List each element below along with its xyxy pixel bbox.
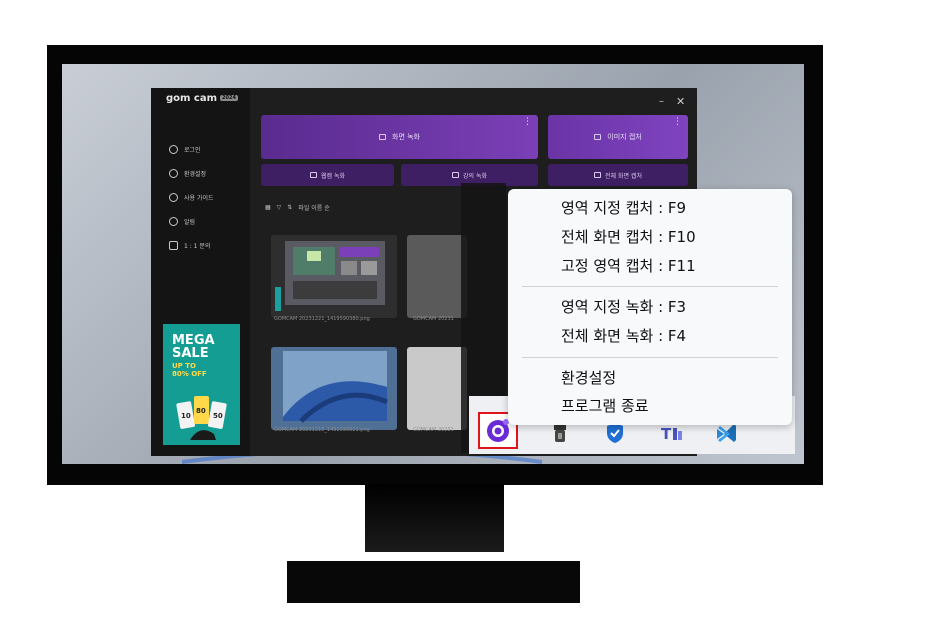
coupon-50: 50 xyxy=(213,412,223,420)
info-icon xyxy=(169,192,178,202)
logo-text: gom cam xyxy=(166,93,218,104)
sidebar-item-settings[interactable]: 환경설정 xyxy=(169,167,247,179)
menu-item-region-capture[interactable]: 영역 지정 캡처 : F9 xyxy=(561,197,686,219)
fullscreen-icon xyxy=(594,172,602,178)
file-thumbnail[interactable] xyxy=(407,347,467,430)
sidebar-item-label: 사용 가이드 xyxy=(184,194,214,202)
wallpaper-preview xyxy=(271,347,397,430)
gear-icon xyxy=(169,168,178,178)
coupon-10: 10 xyxy=(181,412,191,420)
file-toolbar: ▦ ▽ ⇅ 파일 이름 순 xyxy=(265,201,330,213)
image-capture-button[interactable]: 이미지 캡처 ⋮ xyxy=(548,115,688,159)
menu-separator xyxy=(522,286,778,287)
webcam-record-label: 웹캠 녹화 xyxy=(321,172,345,180)
menu-item-fullscreen-capture[interactable]: 전체 화면 캡처 : F10 xyxy=(561,226,696,248)
filter-icon[interactable]: ▽ xyxy=(277,204,282,211)
coupon-80: 80 xyxy=(196,407,206,415)
screenshot-preview xyxy=(271,235,397,318)
logo-badge: 2024 xyxy=(220,95,238,101)
sidebar-item-label: 환경설정 xyxy=(184,170,207,178)
sidebar-item-label: 로그인 xyxy=(184,146,201,154)
coupon-illustration: 10 80 50 xyxy=(176,396,227,440)
chat-icon xyxy=(169,240,178,250)
file-name: GOMCAM 20231221_1419590380.png xyxy=(274,316,370,322)
file-thumbnail[interactable] xyxy=(271,235,397,318)
menu-item-fixed-region-capture[interactable]: 고정 영역 캡처 : F11 xyxy=(561,255,696,277)
lecture-record-label: 강의 녹화 xyxy=(463,172,487,180)
file-name: GOMCAM 20231 xyxy=(413,316,454,322)
svg-text:T: T xyxy=(661,425,672,443)
sidebar-item-login[interactable]: 로그인 xyxy=(169,143,247,155)
sidebar-item-guide[interactable]: 사용 가이드 xyxy=(169,191,247,203)
sidebar-item-notifications[interactable]: 알림 xyxy=(169,215,247,227)
file-name: GOMCAM 20231 xyxy=(413,427,454,433)
menu-item-exit-program[interactable]: 프로그램 종료 xyxy=(561,395,649,417)
monitor-neck xyxy=(365,484,504,552)
tray-context-menu: 영역 지정 캡처 : F9 전체 화면 캡처 : F10 고정 영역 캡처 : … xyxy=(508,189,792,425)
ad-subtitle-line2: 80% OFF xyxy=(172,370,207,378)
file-name: GOMCAM 20231215_1431030921.png xyxy=(274,427,370,433)
file-thumbnail[interactable] xyxy=(407,235,467,318)
app-logo: gom cam 2024 xyxy=(166,93,238,104)
grid-view-icon[interactable]: ▦ xyxy=(265,204,271,211)
sidebar-item-label: 알림 xyxy=(184,218,196,226)
close-button[interactable]: ✕ xyxy=(676,95,685,108)
more-icon[interactable]: ⋮ xyxy=(673,117,682,127)
fullscreen-capture-button[interactable]: 전체 화면 캡처 xyxy=(548,164,688,186)
sidebar-item-label: 1 : 1 문의 xyxy=(184,242,211,250)
sidebar-item-inquiry[interactable]: 1 : 1 문의 xyxy=(169,239,247,251)
screen-record-button[interactable]: 화면 녹화 ⋮ xyxy=(261,115,538,159)
camera-icon xyxy=(594,134,602,140)
more-icon[interactable]: ⋮ xyxy=(523,117,532,127)
user-icon xyxy=(169,144,178,154)
video-camera-icon xyxy=(379,134,386,140)
webcam-record-button[interactable]: 웹캠 녹화 xyxy=(261,164,394,186)
webcam-icon xyxy=(310,172,317,178)
menu-separator xyxy=(522,357,778,358)
menu-item-fullscreen-record[interactable]: 전체 화면 녹화 : F4 xyxy=(561,325,686,347)
presentation-icon xyxy=(452,172,459,178)
image-capture-label: 이미지 캡처 xyxy=(607,133,642,141)
file-thumbnail[interactable] xyxy=(271,347,397,430)
fullscreen-capture-label: 전체 화면 캡처 xyxy=(605,172,642,180)
sidebar: gom cam 2024 로그인 환경설정 사용 가이드 알림 1 : 1 문의 … xyxy=(151,88,250,456)
menu-item-region-record[interactable]: 영역 지정 녹화 : F3 xyxy=(561,296,686,318)
screen-record-label: 화면 녹화 xyxy=(392,133,420,141)
monitor-base xyxy=(287,561,580,603)
sort-label[interactable]: 파일 이름 순 xyxy=(298,203,329,212)
bell-icon xyxy=(169,216,178,226)
ad-title-line2: SALE xyxy=(172,346,209,361)
menu-item-settings[interactable]: 환경설정 xyxy=(561,367,616,389)
ad-subtitle-line1: UP TO xyxy=(172,362,196,370)
ad-banner[interactable]: MEGA SALE UP TO 80% OFF 10 80 50 xyxy=(163,324,240,445)
sort-icon[interactable]: ⇅ xyxy=(287,204,292,211)
minimize-button[interactable]: – xyxy=(659,96,664,107)
